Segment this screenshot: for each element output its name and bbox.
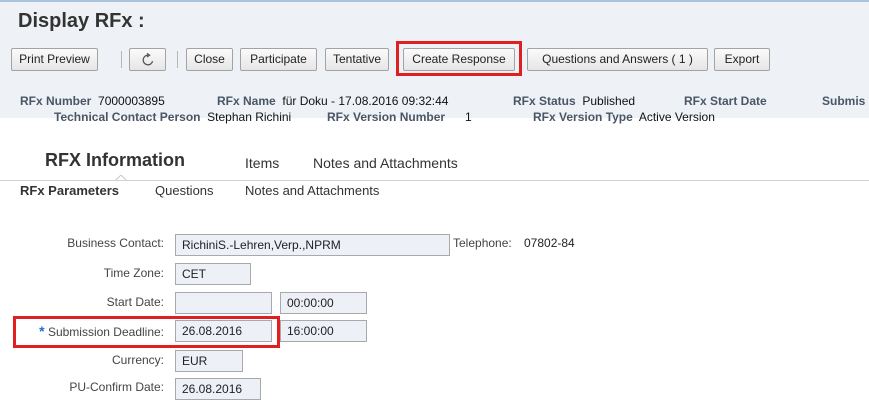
submission-deadline-highlight — [13, 316, 280, 348]
tab-divider — [0, 180, 869, 181]
tentative-button[interactable]: Tentative — [325, 48, 389, 71]
participate-button[interactable]: Participate — [240, 48, 317, 71]
export-button[interactable]: Export — [714, 48, 770, 71]
rfx-status-value: Published — [582, 94, 636, 108]
print-preview-button[interactable]: Print Preview — [11, 48, 98, 71]
business-contact-field[interactable]: RichiniS.-Lehren,Verp.,NPRM — [175, 234, 450, 256]
time-zone-label: Time Zone: — [103, 266, 164, 280]
toolbar-separator — [121, 51, 122, 68]
currency-label: Currency: — [111, 353, 164, 367]
currency-field[interactable]: EUR — [175, 350, 243, 372]
top-rule — [0, 0, 869, 2]
version-number-value: 1 — [465, 110, 472, 124]
rfx-start-date-group: RFx Start Date — [684, 94, 767, 108]
tech-contact-value: Stephan Richini — [207, 110, 292, 124]
questions-and-answers-button[interactable]: Questions and Answers ( 1 ) — [527, 48, 708, 71]
tech-contact-label: Technical Contact Person — [54, 110, 201, 124]
header-line-1: RFx Number 7000003895 — [20, 94, 165, 108]
refresh-button[interactable] — [129, 48, 166, 71]
version-number-label: RFx Version Number — [327, 110, 446, 124]
rfx-start-date-label: RFx Start Date — [684, 94, 767, 108]
tab-notes-and-attachments[interactable]: Notes and Attachments — [313, 155, 458, 171]
pu-confirm-date-label: PU-Confirm Date: — [69, 380, 164, 394]
tab-items[interactable]: Items — [245, 155, 279, 171]
submission-truncated-group: Submis — [822, 94, 865, 108]
rfx-name-value: für Doku - 17.08.2016 09:32:44 — [282, 94, 449, 108]
subtab-questions[interactable]: Questions — [155, 183, 214, 198]
tech-contact-group: Technical Contact Person Stephan Richini — [54, 110, 291, 124]
version-type-value: Active Version — [638, 110, 715, 124]
create-response-highlight — [396, 41, 522, 76]
time-zone-field[interactable]: CET — [175, 263, 251, 285]
refresh-icon — [142, 52, 153, 66]
start-date-label: Start Date: — [106, 295, 164, 309]
submission-deadline-time-field[interactable]: 16:00:00 — [280, 320, 367, 342]
version-type-group: RFx Version Type Active Version — [533, 110, 715, 124]
close-button[interactable]: Close — [186, 48, 233, 71]
telephone-value: 07802-84 — [524, 236, 575, 250]
rfx-number-value: 7000003895 — [98, 94, 165, 108]
start-time-field[interactable]: 00:00:00 — [280, 292, 367, 314]
version-type-label: RFx Version Type — [533, 110, 633, 124]
version-number-group: RFx Version Number 1 — [327, 110, 472, 124]
rfx-name-label: RFx Name — [217, 94, 276, 108]
pu-confirm-date-field[interactable]: 26.08.2016 — [175, 378, 261, 400]
subtab-notes-and-attachments[interactable]: Notes and Attachments — [245, 183, 379, 198]
tab-rfx-information[interactable]: RFX Information — [45, 150, 185, 171]
rfx-name-group: RFx Name für Doku - 17.08.2016 09:32:44 — [217, 94, 448, 108]
rfx-status-group: RFx Status Published — [513, 94, 635, 108]
telephone-label: Telephone: — [453, 236, 512, 250]
subtab-rfx-parameters[interactable]: RFx Parameters — [20, 183, 119, 198]
submission-truncated-label: Submis — [822, 94, 866, 108]
page-title: Display RFx : — [18, 10, 145, 32]
rfx-number-label: RFx Number — [20, 94, 92, 108]
rfx-status-label: RFx Status — [513, 94, 576, 108]
start-date-field[interactable] — [175, 292, 272, 314]
business-contact-label: Business Contact: — [67, 236, 164, 250]
toolbar-separator — [177, 51, 178, 68]
